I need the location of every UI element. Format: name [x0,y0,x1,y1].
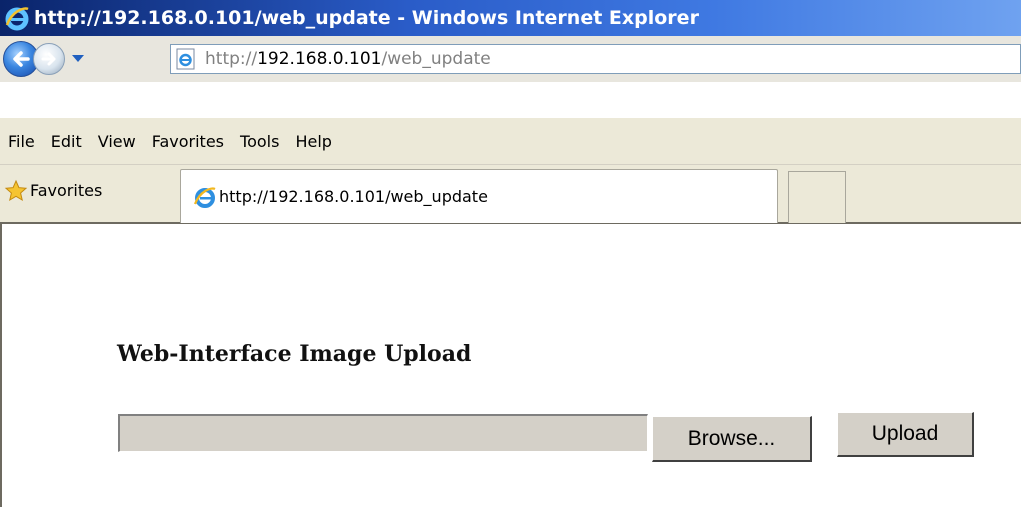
page-content: Web-Interface Image Upload Browse... Upl… [0,224,1021,507]
star-icon[interactable] [4,179,28,203]
upload-button[interactable]: Upload [837,412,974,457]
menu-view[interactable]: View [90,132,144,151]
back-arrow-icon [13,51,30,67]
menu-favorites[interactable]: Favorites [144,132,232,151]
forward-arrow-icon [41,52,56,66]
page-heading: Web-Interface Image Upload [117,341,472,367]
menu-help[interactable]: Help [287,132,339,151]
address-url: http://192.168.0.101/web_update [205,49,491,69]
navigation-bar: http://192.168.0.101/web_update [0,36,1021,82]
favorites-bar: Favorites http://192.168.0.101/web_updat… [0,165,1021,224]
window-titlebar[interactable]: http://192.168.0.101/web_update - Window… [0,0,1021,36]
url-prefix: http:// [205,49,258,69]
address-bar[interactable]: http://192.168.0.101/web_update [170,44,1021,74]
menu-bar: File Edit View Favorites Tools Help [0,118,1021,165]
new-tab-button[interactable] [788,171,846,223]
favorites-button[interactable]: Favorites [30,181,102,200]
tab-title: http://192.168.0.101/web_update [219,187,488,206]
menu-tools[interactable]: Tools [232,132,287,151]
browse-button[interactable]: Browse... [652,416,812,462]
menu-edit[interactable]: Edit [43,132,90,151]
ie-page-icon [176,48,195,70]
url-path: /web_update [381,49,491,69]
dropdown-arrow-icon [72,55,84,62]
menu-file[interactable]: File [0,132,43,151]
ie-logo-icon [5,7,29,31]
history-dropdown-button[interactable] [71,52,85,66]
url-host: 192.168.0.101 [257,49,382,69]
window-title: http://192.168.0.101/web_update - Window… [34,7,699,29]
browser-tab-active[interactable]: http://192.168.0.101/web_update [180,169,778,223]
ie-logo-icon [193,187,216,208]
file-path-input[interactable] [118,414,648,452]
forward-button[interactable] [33,43,65,75]
